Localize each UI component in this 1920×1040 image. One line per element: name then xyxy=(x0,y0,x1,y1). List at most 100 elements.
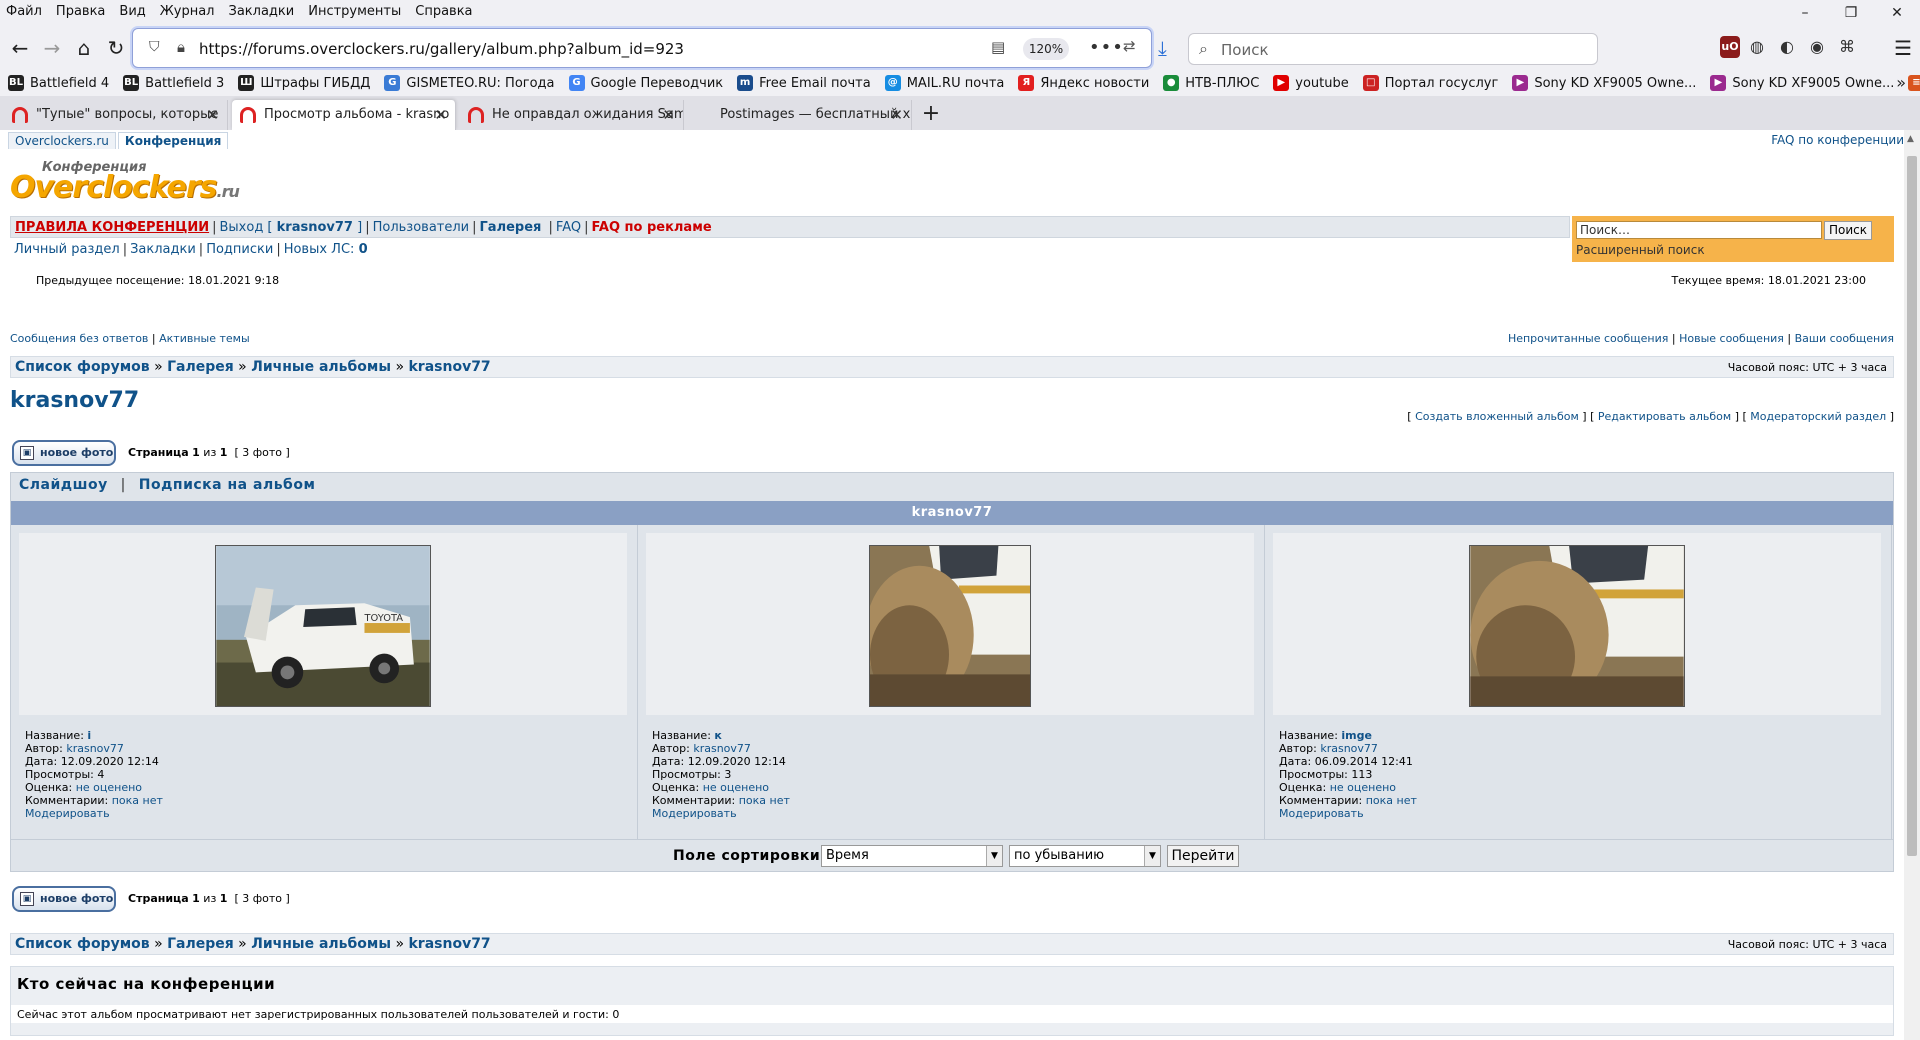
bookmark-item[interactable]: BL Battlefield 3 xyxy=(123,75,224,91)
menu-tools[interactable]: Инструменты xyxy=(308,4,401,19)
active-topics-link[interactable]: Активные темы xyxy=(159,332,250,345)
new-tab-icon[interactable]: + xyxy=(916,100,946,130)
translator-ext-icon[interactable]: ⌘ xyxy=(1834,36,1860,58)
username-link[interactable]: krasnov77 xyxy=(277,220,353,235)
photo-comments-link[interactable]: пока нет xyxy=(112,794,163,807)
tab-close-icon[interactable]: ✕ xyxy=(662,100,675,130)
bookmark-item[interactable]: Ш Штрафы ГИБДД xyxy=(238,75,370,91)
faq-link[interactable]: FAQ xyxy=(556,220,581,235)
menu-file[interactable]: Файл xyxy=(6,4,42,19)
browser-tab[interactable]: "Тупые" вопросы, которые ✕ xyxy=(4,100,228,130)
photo-thumbnail-pickup[interactable]: TOYOTA xyxy=(215,545,431,707)
rules-link[interactable]: ПРАВИЛА КОНФЕРЕНЦИИ xyxy=(15,220,209,235)
forum-search-input[interactable]: Поиск… xyxy=(1576,221,1822,239)
bookmark-item[interactable]: ▶ Sony KD XF9005 Owne... xyxy=(1512,75,1696,91)
translate-icon[interactable]: ⇄ xyxy=(1123,37,1136,55)
moderator-section-link[interactable]: Модераторский раздел xyxy=(1750,410,1886,423)
photo-rating-link[interactable]: не оценено xyxy=(703,781,769,794)
menu-edit[interactable]: Правка xyxy=(56,4,105,19)
photo-author-link[interactable]: krasnov77 xyxy=(1320,742,1378,755)
subscriptions-link[interactable]: Подписки xyxy=(206,242,273,257)
unread-link[interactable]: Непрочитанные сообщения xyxy=(1508,332,1668,345)
browser-tab[interactable]: Не оправдал ожидания Sam ✕ xyxy=(460,100,684,130)
advanced-search-link[interactable]: Расширенный поиск xyxy=(1576,243,1705,257)
moderate-link[interactable]: Модерировать xyxy=(1279,807,1364,820)
crumb-personal-albums[interactable]: Личные альбомы xyxy=(251,359,391,375)
photo-name-link[interactable]: imge xyxy=(1341,729,1372,742)
menu-help[interactable]: Справка xyxy=(415,4,472,19)
menu-view[interactable]: Вид xyxy=(119,4,145,19)
crumb-personal-albums[interactable]: Личные альбомы xyxy=(251,936,391,952)
photo-name-link[interactable]: к xyxy=(714,729,721,742)
bookmark-item[interactable]: □ Портал госуслуг xyxy=(1362,75,1498,91)
reload-icon[interactable]: ↻ xyxy=(102,34,130,62)
faq-ads-link[interactable]: FAQ по рекламе xyxy=(592,220,712,235)
shield-icon[interactable]: ⛉ xyxy=(149,39,160,55)
browser-tab[interactable]: Просмотр альбома - krasno ✕ xyxy=(232,100,456,130)
page-scrollbar[interactable]: ▲ xyxy=(1904,130,1920,1040)
photo-name-link[interactable]: i xyxy=(87,729,91,742)
crumb-forum-list[interactable]: Список форумов xyxy=(15,936,150,952)
new-pm-count[interactable]: 0 xyxy=(359,242,368,257)
minimize-icon[interactable]: – xyxy=(1782,0,1828,26)
new-posts-link[interactable]: Новые сообщения xyxy=(1679,332,1784,345)
photo-thumbnail-splash-wide[interactable] xyxy=(1469,545,1685,707)
album-title[interactable]: krasnov77 xyxy=(10,388,139,413)
upload-photo-button[interactable]: ▣ новое фото xyxy=(12,440,116,466)
logout-link[interactable]: Выход [ xyxy=(219,220,272,235)
url-bar[interactable]: ⛉ 🔒︎ https://forums.overclockers.ru/gall… xyxy=(132,28,1152,68)
home-icon[interactable]: ⌂ xyxy=(70,34,98,62)
new-pm-link[interactable]: Новых ЛС: xyxy=(284,242,355,257)
sort-go-button[interactable]: Перейти xyxy=(1167,845,1239,867)
reader-view-icon[interactable]: ▤ xyxy=(991,38,1005,56)
crumb-forum-list[interactable]: Список форумов xyxy=(15,359,150,375)
scroll-up-icon[interactable]: ▲ xyxy=(1907,134,1914,144)
forward-icon[interactable]: → xyxy=(38,34,66,62)
gallery-link[interactable]: Галерея xyxy=(480,220,542,235)
personal-section-link[interactable]: Личный раздел xyxy=(14,242,120,257)
browser-tab[interactable]: Postimages — бесплатный хост ✕ xyxy=(688,100,912,130)
bookmark-item[interactable]: ≡2018 Sony XBR-900F o... xyxy=(1908,75,1920,91)
bookmark-item[interactable]: ▶ Sony KD XF9005 Owne... xyxy=(1710,75,1894,91)
scrollbar-thumb[interactable] xyxy=(1907,156,1917,856)
sort-field-select[interactable]: Время ▼ xyxy=(821,845,1003,867)
bookmark-item[interactable]: m Free Email почта xyxy=(737,75,871,91)
site-logo[interactable]: Конференция Overclockers.ru xyxy=(10,160,240,206)
menu-history[interactable]: Журнал xyxy=(160,4,215,19)
photo-thumbnail-splash[interactable] xyxy=(869,545,1031,707)
bookmark-item[interactable]: ● НТВ-ПЛЮС xyxy=(1163,75,1259,91)
photo-author-link[interactable]: krasnov77 xyxy=(66,742,124,755)
zoom-level[interactable]: 120% xyxy=(1023,38,1069,60)
moderate-link[interactable]: Модерировать xyxy=(25,807,110,820)
back-icon[interactable]: ← xyxy=(6,34,34,62)
moderate-link[interactable]: Модерировать xyxy=(652,807,737,820)
crumb-album[interactable]: krasnov77 xyxy=(408,359,490,375)
lock-icon[interactable]: 🔒︎ xyxy=(177,38,185,56)
tab-close-icon[interactable]: ✕ xyxy=(434,100,447,130)
menu-bookmarks[interactable]: Закладки xyxy=(229,4,295,19)
hamburger-menu-icon[interactable]: ☰ xyxy=(1894,36,1912,60)
crumb-gallery[interactable]: Галерея xyxy=(167,936,234,952)
slideshow-link[interactable]: Слайдшоу xyxy=(19,477,108,493)
bookmark-item[interactable]: @ MAIL.RU почта xyxy=(884,75,1004,91)
bookmark-item[interactable]: G Google Переводчик xyxy=(568,75,723,91)
photo-comments-link[interactable]: пока нет xyxy=(1366,794,1417,807)
bookmark-item[interactable]: Я Яндекс новости xyxy=(1018,75,1149,91)
browser-search-input[interactable]: ⌕ Поиск xyxy=(1188,33,1598,65)
crumb-album[interactable]: krasnov77 xyxy=(408,936,490,952)
photo-author-link[interactable]: krasnov77 xyxy=(693,742,751,755)
unanswered-link[interactable]: Сообщения без ответов xyxy=(10,332,148,345)
page-actions-icon[interactable]: ••• xyxy=(1089,37,1124,58)
photo-rating-link[interactable]: не оценено xyxy=(1330,781,1396,794)
users-link[interactable]: Пользователи xyxy=(373,220,470,235)
ublock-icon[interactable]: uO xyxy=(1720,36,1740,58)
edit-album-link[interactable]: Редактировать альбом xyxy=(1598,410,1731,423)
create-subalbum-link[interactable]: Создать вложенный альбом xyxy=(1415,410,1579,423)
close-window-icon[interactable]: ✕ xyxy=(1874,0,1920,26)
bookmark-item[interactable]: BL Battlefield 4 xyxy=(8,75,109,91)
account-icon[interactable]: ◉ xyxy=(1804,36,1830,58)
sort-order-select[interactable]: по убыванию ▼ xyxy=(1009,845,1161,867)
site-tab-forum[interactable]: Конференция xyxy=(117,132,229,149)
your-posts-link[interactable]: Ваши сообщения xyxy=(1795,332,1894,345)
site-tab-overclockers[interactable]: Overclockers.ru xyxy=(8,132,116,149)
